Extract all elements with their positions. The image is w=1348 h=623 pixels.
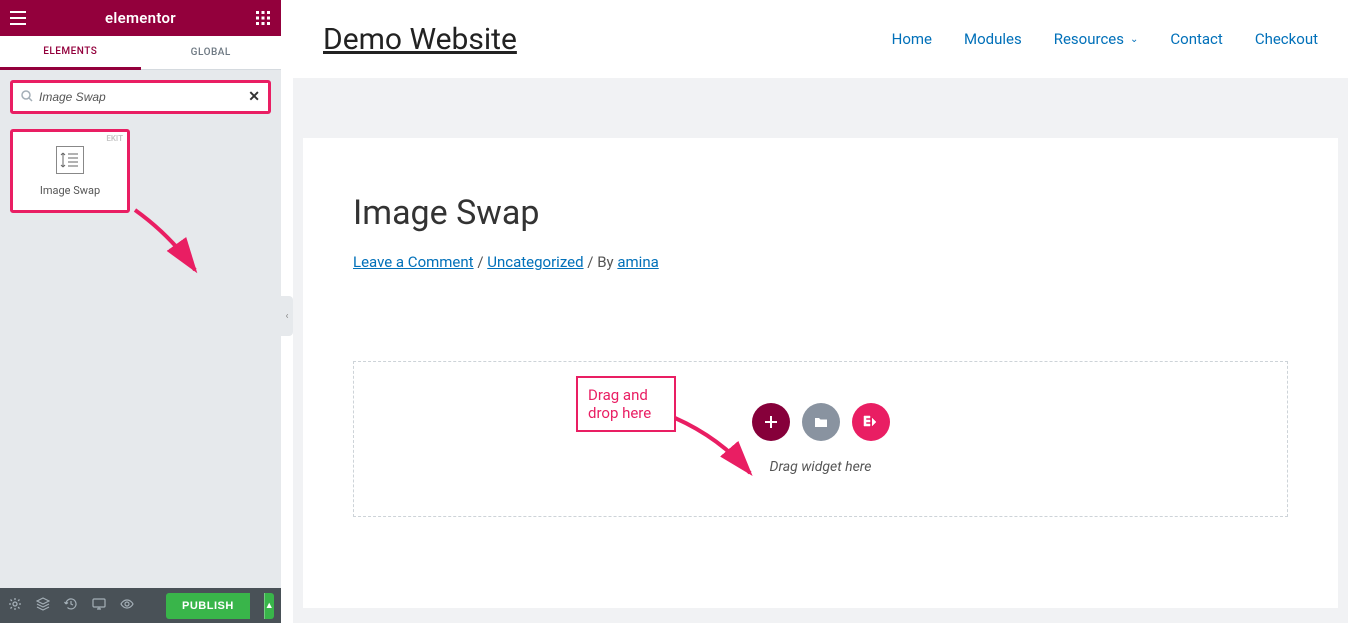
drop-hint-text: Drag widget here <box>770 459 872 475</box>
drop-zone[interactable]: Drag widget here <box>353 361 1288 517</box>
search-clear-button[interactable]: ✕ <box>248 89 260 105</box>
tab-elements[interactable]: ELEMENTS <box>0 36 141 70</box>
sidebar-footer: PUBLISH ▲ <box>0 588 281 623</box>
nav-modules[interactable]: Modules <box>964 30 1022 48</box>
plus-icon <box>763 414 779 430</box>
nav-home[interactable]: Home <box>892 30 932 48</box>
ekit-templates-button[interactable] <box>852 403 890 441</box>
site-title-link[interactable]: Demo Website <box>323 22 517 57</box>
widget-image-swap[interactable]: EKIT Image Swap <box>10 129 130 213</box>
grid-icon <box>256 11 270 25</box>
menu-button[interactable] <box>0 0 36 36</box>
meta-separator: / <box>474 253 488 271</box>
meta-separator-by: / By <box>584 253 618 271</box>
widget-label: Image Swap <box>40 184 100 197</box>
widget-search-input[interactable] <box>39 90 248 104</box>
publish-button[interactable]: PUBLISH <box>166 593 250 619</box>
folder-icon <box>814 416 828 428</box>
settings-icon[interactable] <box>8 597 22 615</box>
annotation-callout: Drag and drop here <box>576 376 676 432</box>
preview-icon[interactable] <box>120 597 134 615</box>
widget-results: EKIT Image Swap <box>0 124 281 588</box>
navigator-icon[interactable] <box>36 597 50 615</box>
tab-global[interactable]: GLOBAL <box>141 36 282 69</box>
collapse-panel-button[interactable]: ‹ <box>281 296 293 336</box>
leave-comment-link[interactable]: Leave a Comment <box>353 253 474 271</box>
image-swap-icon <box>56 146 84 174</box>
section-button-row <box>752 403 890 441</box>
content-card: Image Swap Leave a Comment / Uncategoriz… <box>303 138 1338 608</box>
elementor-logo: elementor <box>36 9 245 27</box>
nav-contact[interactable]: Contact <box>1170 30 1222 48</box>
callout-line2: drop here <box>588 404 664 422</box>
elementor-sidebar: elementor ELEMENTS GLOBAL ✕ EKIT Image S… <box>0 0 281 623</box>
panel-tabs: ELEMENTS GLOBAL <box>0 36 281 70</box>
history-icon[interactable] <box>64 597 78 615</box>
search-icon <box>21 90 33 105</box>
add-section-button[interactable] <box>752 403 790 441</box>
apps-button[interactable] <box>245 0 281 36</box>
sidebar-header: elementor <box>0 0 281 36</box>
preview-frame: Demo Website Home Modules Resources⌄ Con… <box>293 0 1348 623</box>
widget-search-wrap: ✕ <box>10 80 271 114</box>
content-area: Image Swap Leave a Comment / Uncategoriz… <box>293 78 1348 608</box>
publish-options-button[interactable]: ▲ <box>264 593 274 619</box>
template-library-button[interactable] <box>802 403 840 441</box>
hamburger-icon <box>10 11 26 25</box>
nav-resources[interactable]: Resources⌄ <box>1054 30 1139 48</box>
site-header: Demo Website Home Modules Resources⌄ Con… <box>293 0 1348 78</box>
post-meta: Leave a Comment / Uncategorized / By ami… <box>353 253 1288 271</box>
author-link[interactable]: amina <box>617 253 658 271</box>
primary-nav: Home Modules Resources⌄ Contact Checkout <box>892 30 1318 48</box>
category-link[interactable]: Uncategorized <box>487 253 583 271</box>
page-title: Image Swap <box>353 193 1288 233</box>
callout-line1: Drag and <box>588 386 664 404</box>
widget-badge: EKIT <box>106 134 123 143</box>
chevron-down-icon: ⌄ <box>1130 34 1138 45</box>
responsive-icon[interactable] <box>92 597 106 615</box>
nav-checkout[interactable]: Checkout <box>1255 30 1318 48</box>
ekit-icon <box>863 415 879 429</box>
